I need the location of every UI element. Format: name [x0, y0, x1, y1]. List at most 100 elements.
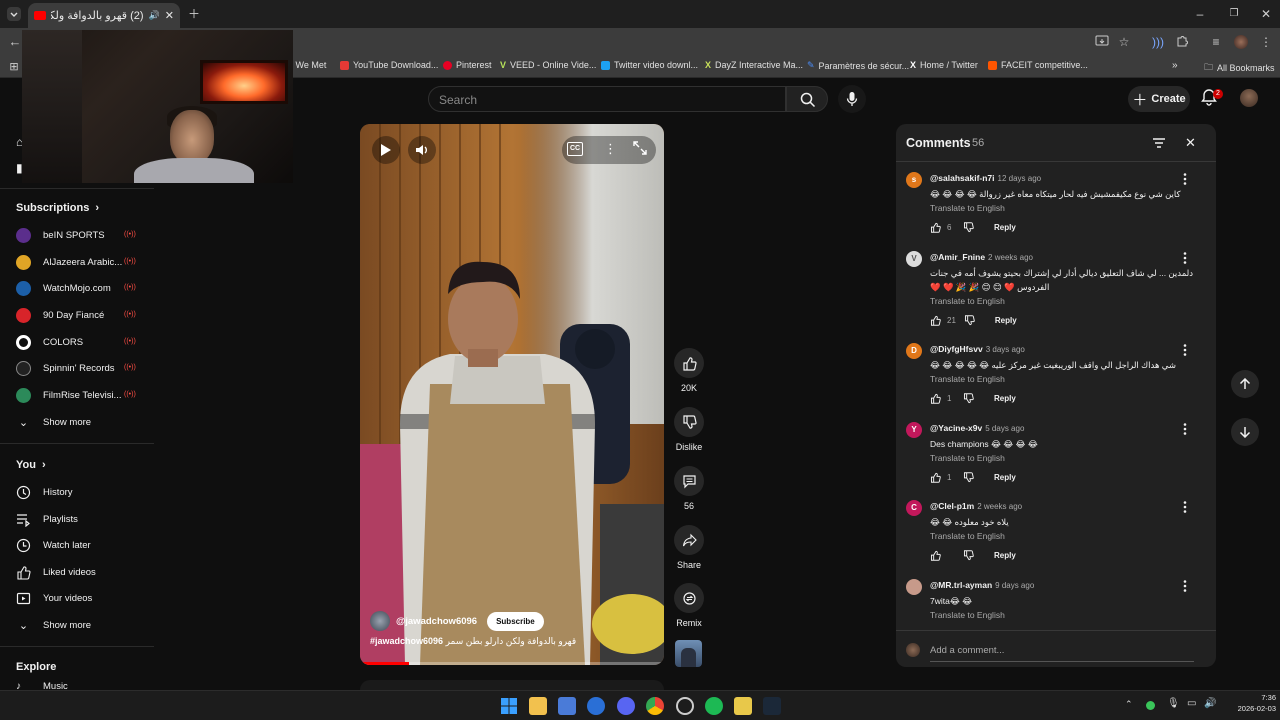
close-comments-icon[interactable]: ✕ — [1185, 135, 1196, 151]
show-more-you[interactable]: ⌄ Show more — [16, 615, 146, 635]
sidebar-item-playlists[interactable]: Playlists — [16, 509, 146, 529]
reply-button[interactable]: Reply — [994, 223, 1016, 232]
reply-button[interactable]: Reply — [995, 316, 1017, 325]
bookmark-item[interactable]: X Home / Twitter — [910, 60, 978, 70]
comment-author[interactable]: @Clel-p1m 2 weeks ago — [930, 501, 1022, 511]
comment-more-icon[interactable] — [1179, 579, 1191, 593]
back-icon[interactable]: ← — [7, 34, 23, 50]
minimize-icon[interactable]: – — [1192, 6, 1208, 22]
account-avatar[interactable] — [1240, 89, 1258, 107]
commenter-avatar[interactable] — [906, 579, 922, 595]
bookmark-item[interactable]: Twitter video downl... — [601, 60, 698, 70]
chrome-menu-icon[interactable]: ⋮ — [1258, 34, 1274, 50]
new-tab-icon[interactable]: ＋ — [186, 6, 202, 22]
comment-author[interactable]: @Yacine-x9v 5 days ago — [930, 423, 1024, 433]
shorts-video-player[interactable]: CC ⋮ @jawadchow6096 Subscribe #jawadchow… — [360, 124, 664, 665]
sidebar-item-your-videos[interactable]: Your videos — [16, 588, 146, 608]
sort-comments-icon[interactable] — [1152, 136, 1166, 154]
comment-more-icon[interactable] — [1179, 500, 1191, 514]
window-close-icon[interactable]: ✕ — [1258, 6, 1274, 22]
app-icon[interactable] — [734, 697, 752, 715]
translate-link[interactable]: Translate to English — [930, 296, 1005, 306]
captions-icon[interactable]: CC — [567, 142, 583, 156]
extensions-puzzle-icon[interactable] — [1174, 34, 1190, 50]
thumbs-down-icon[interactable] — [963, 222, 974, 233]
obs-icon[interactable] — [676, 697, 694, 715]
bookmark-item[interactable]: V VEED - Online Vide... — [500, 60, 596, 70]
commenter-avatar[interactable]: D — [906, 343, 922, 359]
close-tab-icon[interactable]: ✕ — [165, 9, 174, 22]
discord-icon[interactable] — [617, 697, 635, 715]
bookmark-item[interactable]: FACEIT competitive... — [988, 60, 1088, 70]
commenter-avatar[interactable]: s — [906, 172, 922, 188]
remix-button[interactable]: Remix — [673, 583, 705, 628]
comment-handle[interactable]: @Amir_Fnine — [930, 252, 985, 262]
media-control-icon[interactable]: ≡ — [1208, 34, 1224, 50]
sidebar-channel[interactable]: WatchMojo.com ((•)) — [16, 278, 146, 298]
bookmark-item[interactable]: ✎ Paramètres de sécur... — [807, 60, 909, 71]
sidebar-item-watch-later[interactable]: Watch later — [16, 535, 146, 555]
you-header[interactable]: You › — [16, 459, 46, 471]
volume-button[interactable] — [408, 136, 436, 164]
thumbs-up-icon[interactable] — [930, 550, 941, 561]
microsoft-store-icon[interactable] — [558, 697, 576, 715]
windows-start-icon[interactable] — [500, 697, 518, 715]
bookmark-item[interactable]: Pinterest — [443, 60, 492, 70]
play-button[interactable] — [372, 136, 400, 164]
commenter-avatar[interactable]: C — [906, 500, 922, 516]
profile-avatar-icon[interactable] — [1234, 35, 1248, 49]
browser-tab-active[interactable]: (2) قهرو بالدوافة ولكن دارلو 🔊 ✕ — [28, 3, 180, 28]
tray-volume-icon[interactable]: 🔊 — [1204, 698, 1216, 709]
tray-overflow-icon[interactable]: ⌃ — [1125, 699, 1133, 710]
comment-author[interactable]: @salahsakif-n7i 12 days ago — [930, 173, 1041, 183]
sound-thumbnail[interactable] — [675, 640, 702, 667]
tray-mic-icon[interactable]: 🎙 — [1167, 698, 1180, 709]
sidebar-channel[interactable]: AlJazeera Arabic... ((•)) — [16, 252, 146, 272]
extension-audio-icon[interactable]: ))) — [1150, 34, 1166, 50]
next-short-button[interactable] — [1231, 418, 1259, 446]
like-button[interactable]: 20K — [673, 348, 705, 393]
search-input[interactable]: Search — [428, 86, 786, 112]
thumbs-down-icon[interactable] — [963, 472, 974, 483]
steam-icon[interactable] — [763, 697, 781, 715]
tab-search-icon[interactable] — [6, 6, 22, 22]
commenter-avatar[interactable]: Y — [906, 422, 922, 438]
commenter-avatar[interactable]: V — [906, 251, 922, 267]
subscribe-button[interactable]: Subscribe — [487, 611, 544, 631]
tray-network-icon[interactable]: ▭ — [1187, 698, 1196, 709]
show-more-subscriptions[interactable]: ⌄ Show more — [16, 412, 146, 432]
bookmark-item[interactable]: e We Met — [288, 60, 326, 70]
comment-author[interactable]: @MR.trl-ayman 9 days ago — [930, 580, 1034, 590]
create-button[interactable]: ＋ Create — [1128, 86, 1190, 112]
tray-status-icon[interactable] — [1146, 701, 1155, 710]
sidebar-channel[interactable]: FilmRise Televisi... ((•)) — [16, 385, 146, 405]
search-button[interactable] — [786, 86, 828, 112]
comment-more-icon[interactable] — [1179, 422, 1191, 436]
translate-link[interactable]: Translate to English — [930, 374, 1005, 384]
previous-short-button[interactable] — [1231, 370, 1259, 398]
voice-search-button[interactable] — [838, 85, 866, 113]
maximize-icon[interactable]: ❐ — [1226, 6, 1242, 22]
comment-more-icon[interactable] — [1179, 172, 1191, 186]
mail-icon[interactable] — [587, 697, 605, 715]
reply-button[interactable]: Reply — [994, 394, 1016, 403]
bookmark-star-icon[interactable]: ☆ — [1116, 34, 1132, 50]
bookmark-item[interactable]: YouTube Download... — [340, 60, 438, 70]
thumbs-down-icon[interactable] — [963, 550, 974, 561]
thumbs-down-icon[interactable] — [964, 315, 975, 326]
sidebar-channel[interactable]: 90 Day Fiancé ((•)) — [16, 305, 146, 325]
apps-grid-icon[interactable]: ⊞ — [6, 59, 22, 75]
caption-hashtag[interactable]: #jawadchow6096 — [370, 636, 443, 646]
translate-link[interactable]: Translate to English — [930, 531, 1005, 541]
translate-link[interactable]: Translate to English — [930, 203, 1005, 213]
share-button[interactable]: Share — [673, 525, 705, 570]
sidebar-channel[interactable]: Spinnin' Records ((•)) — [16, 358, 146, 378]
more-options-icon[interactable]: ⋮ — [604, 141, 617, 157]
comments-button[interactable]: 56 — [673, 466, 705, 511]
reply-button[interactable]: Reply — [994, 551, 1016, 560]
thumbs-down-icon[interactable] — [963, 393, 974, 404]
more-bookmarks-icon[interactable]: » — [1172, 60, 1178, 71]
channel-handle[interactable]: @jawadchow6096 — [396, 616, 477, 627]
subscriptions-header[interactable]: Subscriptions › — [16, 202, 99, 214]
comment-more-icon[interactable] — [1179, 343, 1191, 357]
